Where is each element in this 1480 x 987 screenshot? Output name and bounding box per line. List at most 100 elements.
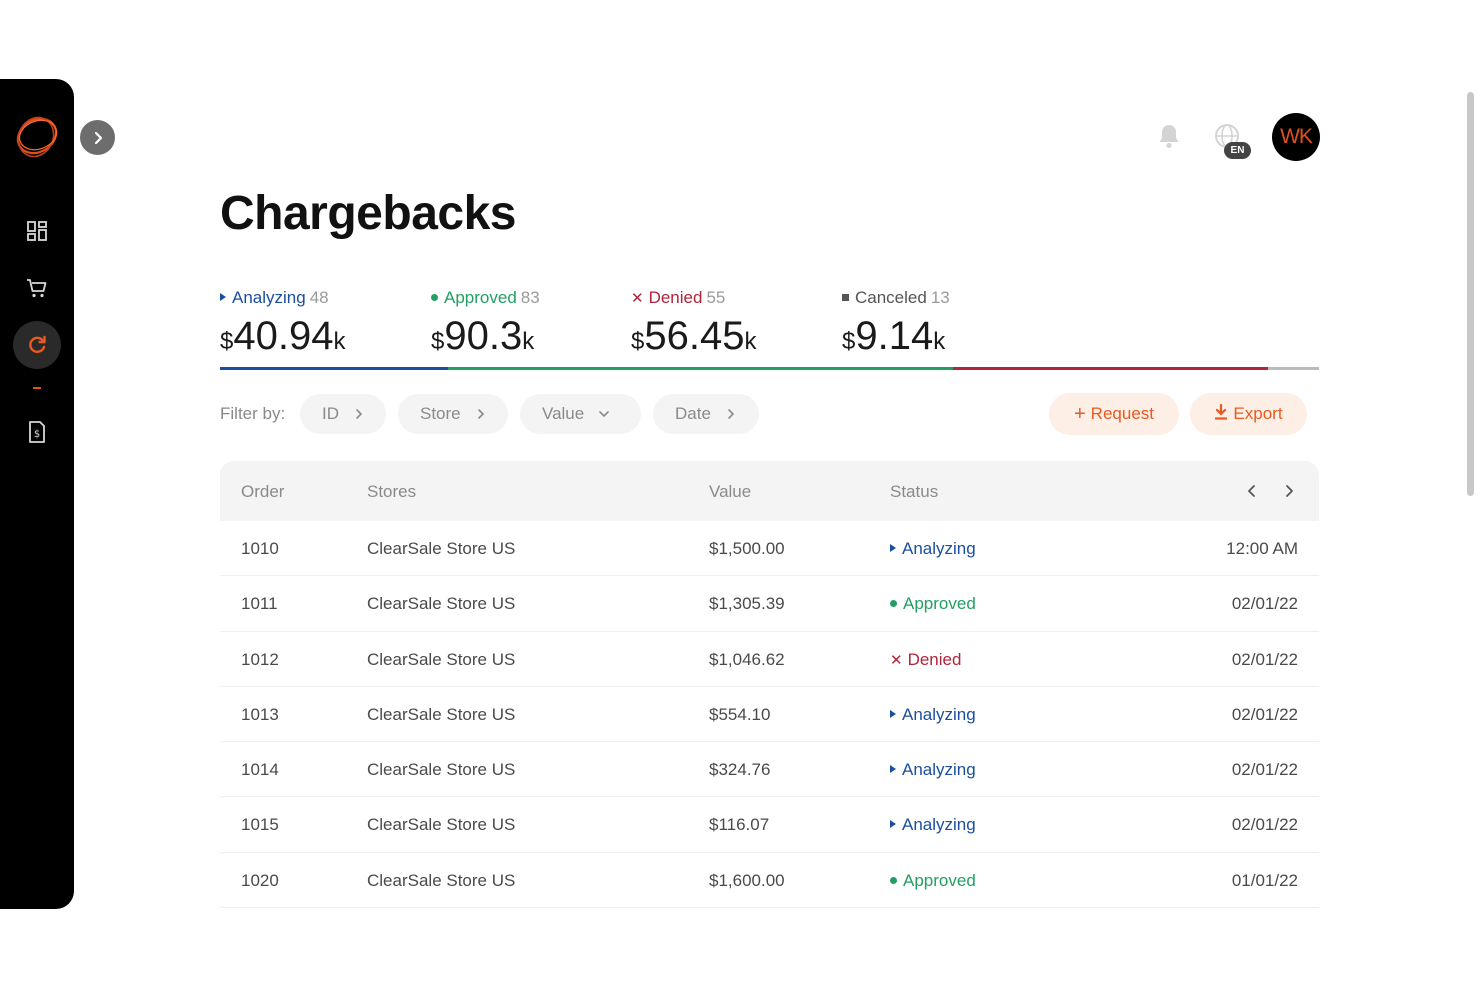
stat-analyzing[interactable]: Analyzing 48 $40.94k — [220, 288, 345, 359]
amount-unit: k — [333, 328, 346, 355]
notifications-button[interactable] — [1156, 122, 1182, 150]
cell-date: 02/01/22 — [1231, 594, 1298, 614]
table-row[interactable]: 1013 ClearSale Store US $554.10 Analyzin… — [220, 687, 1319, 743]
cell-order: 1020 — [241, 870, 279, 890]
stat-analyzing-label: Analyzing 48 — [220, 288, 345, 308]
export-label: Export — [1233, 404, 1283, 423]
stat-canceled[interactable]: Canceled 13 $9.14k — [842, 288, 950, 359]
bar-segment-analyzing — [220, 367, 448, 370]
plus-icon: + — [1073, 403, 1086, 425]
chip-label: Value — [542, 404, 585, 423]
triangle-icon — [890, 765, 896, 774]
brand-logo-icon[interactable] — [12, 111, 62, 161]
bar-segment-approved — [448, 367, 953, 370]
expand-sidebar-button[interactable] — [80, 120, 115, 155]
stat-denied[interactable]: ✕ Denied 55 $56.45k — [631, 288, 756, 359]
cell-date: 12:00 AM — [1226, 539, 1298, 558]
previous-page-button[interactable] — [1242, 481, 1262, 501]
stat-count: 48 — [309, 288, 329, 307]
cart-icon — [27, 279, 47, 298]
stat-count: 55 — [706, 288, 726, 307]
chip-label: ID — [322, 404, 339, 423]
stat-approved-label: Approved 83 — [431, 288, 540, 308]
table-row[interactable]: 1020 ClearSale Store US $1,600.00 Approv… — [220, 853, 1319, 909]
stat-status-name: Canceled — [855, 288, 927, 307]
cell-value: $1,600.00 — [709, 870, 785, 890]
sidebar-item-store[interactable] — [19, 270, 55, 306]
cell-order: 1014 — [241, 760, 279, 780]
sidebar-item-dashboard[interactable] — [19, 213, 55, 249]
cell-order: 1012 — [241, 649, 279, 669]
status-text: Analyzing — [902, 704, 976, 724]
column-header-stores[interactable]: Stores — [367, 482, 416, 502]
column-header-value[interactable]: Value — [709, 482, 751, 502]
table-row[interactable]: 1010 ClearSale Store US $1,500.00 Analyz… — [220, 521, 1319, 577]
stat-amount: $90.3k — [431, 314, 540, 359]
cell-value: $1,046.62 — [709, 649, 785, 669]
column-header-order[interactable]: Order — [241, 482, 284, 502]
cell-store: ClearSale Store US — [367, 649, 516, 669]
column-header-status[interactable]: Status — [890, 482, 938, 502]
amount-number: 40.94 — [233, 314, 334, 358]
language-badge: EN — [1224, 142, 1251, 159]
user-avatar[interactable]: WK — [1272, 113, 1320, 161]
scrollbar-thumb[interactable] — [1467, 92, 1474, 496]
app-window: $ EN WK Chargebacks Analyzing48 $40.94k — [0, 0, 1480, 987]
amount-unit: k — [744, 328, 757, 355]
export-button[interactable]: Export — [1190, 393, 1307, 435]
amount-number: 56.45 — [644, 314, 745, 358]
table-row[interactable]: 1014 ClearSale Store US $324.76 Analyzin… — [220, 742, 1319, 798]
cell-order: 1011 — [241, 594, 278, 614]
cell-status: Analyzing — [890, 705, 976, 725]
sidebar-item-reports[interactable]: $ — [19, 414, 55, 450]
stat-approved[interactable]: Approved 83 $90.3k — [431, 288, 540, 359]
currency-symbol: $ — [220, 328, 234, 355]
grid-icon — [27, 221, 47, 241]
cell-date: 02/01/22 — [1231, 760, 1298, 780]
active-indicator — [33, 387, 41, 389]
cell-store: ClearSale Store US — [367, 870, 516, 890]
amount-unit: k — [522, 328, 535, 355]
table-row[interactable]: 1011 ClearSale Store US $1,305.39 Approv… — [220, 576, 1319, 632]
filter-chip-id[interactable]: ID — [300, 394, 386, 434]
svg-text:$: $ — [34, 429, 40, 440]
chargebacks-table: Order Stores Value Status 1010 ClearSale… — [220, 461, 1319, 909]
chip-label: Store — [420, 404, 461, 423]
filter-label: Filter by: — [220, 404, 286, 423]
cell-store: ClearSale Store US — [367, 760, 516, 780]
chevron-right-icon — [725, 408, 737, 420]
cell-date: 01/01/22 — [1231, 870, 1298, 890]
stat-canceled-label: Canceled 13 — [842, 288, 950, 308]
cell-store: ClearSale Store US — [367, 539, 516, 558]
cell-value: $324.76 — [709, 760, 771, 780]
cell-status: Analyzing — [890, 539, 976, 559]
cell-value: $1,305.39 — [709, 594, 785, 614]
filter-chip-value[interactable]: Value — [520, 394, 641, 434]
table-row[interactable]: 1012 ClearSale Store US $1,046.62 ✕ Denie… — [220, 632, 1319, 687]
language-selector[interactable]: EN — [1212, 122, 1252, 160]
cell-order: 1015 — [241, 815, 279, 835]
chevron-right-icon — [353, 408, 365, 420]
download-icon — [1214, 403, 1228, 424]
x-icon: ✕ — [631, 290, 644, 307]
dot-icon — [890, 876, 897, 884]
triangle-icon — [890, 544, 896, 552]
bar-segment-canceled — [1268, 367, 1319, 370]
cell-value: $116.07 — [709, 815, 770, 835]
cell-value: $1,500.00 — [709, 539, 785, 558]
chevron-left-icon — [1248, 485, 1255, 497]
currency-symbol: $ — [842, 328, 856, 355]
next-page-button[interactable] — [1279, 481, 1299, 501]
table-row[interactable]: 1015 ClearSale Store US $116.07 Analyzin… — [220, 797, 1319, 853]
filter-chip-date[interactable]: Date — [653, 394, 759, 434]
status-text: Analyzing — [902, 815, 976, 835]
stat-status-name: Approved — [444, 288, 517, 307]
stat-count: 13 — [930, 288, 950, 307]
stat-amount: $9.14k — [842, 314, 950, 359]
request-button[interactable]: + Request — [1049, 393, 1179, 435]
cell-date: 02/01/22 — [1231, 704, 1298, 724]
status-text: Analyzing — [902, 760, 976, 780]
sidebar-item-chargebacks[interactable] — [13, 321, 61, 369]
dot-icon — [890, 600, 897, 608]
filter-chip-store[interactable]: Store — [398, 394, 508, 434]
